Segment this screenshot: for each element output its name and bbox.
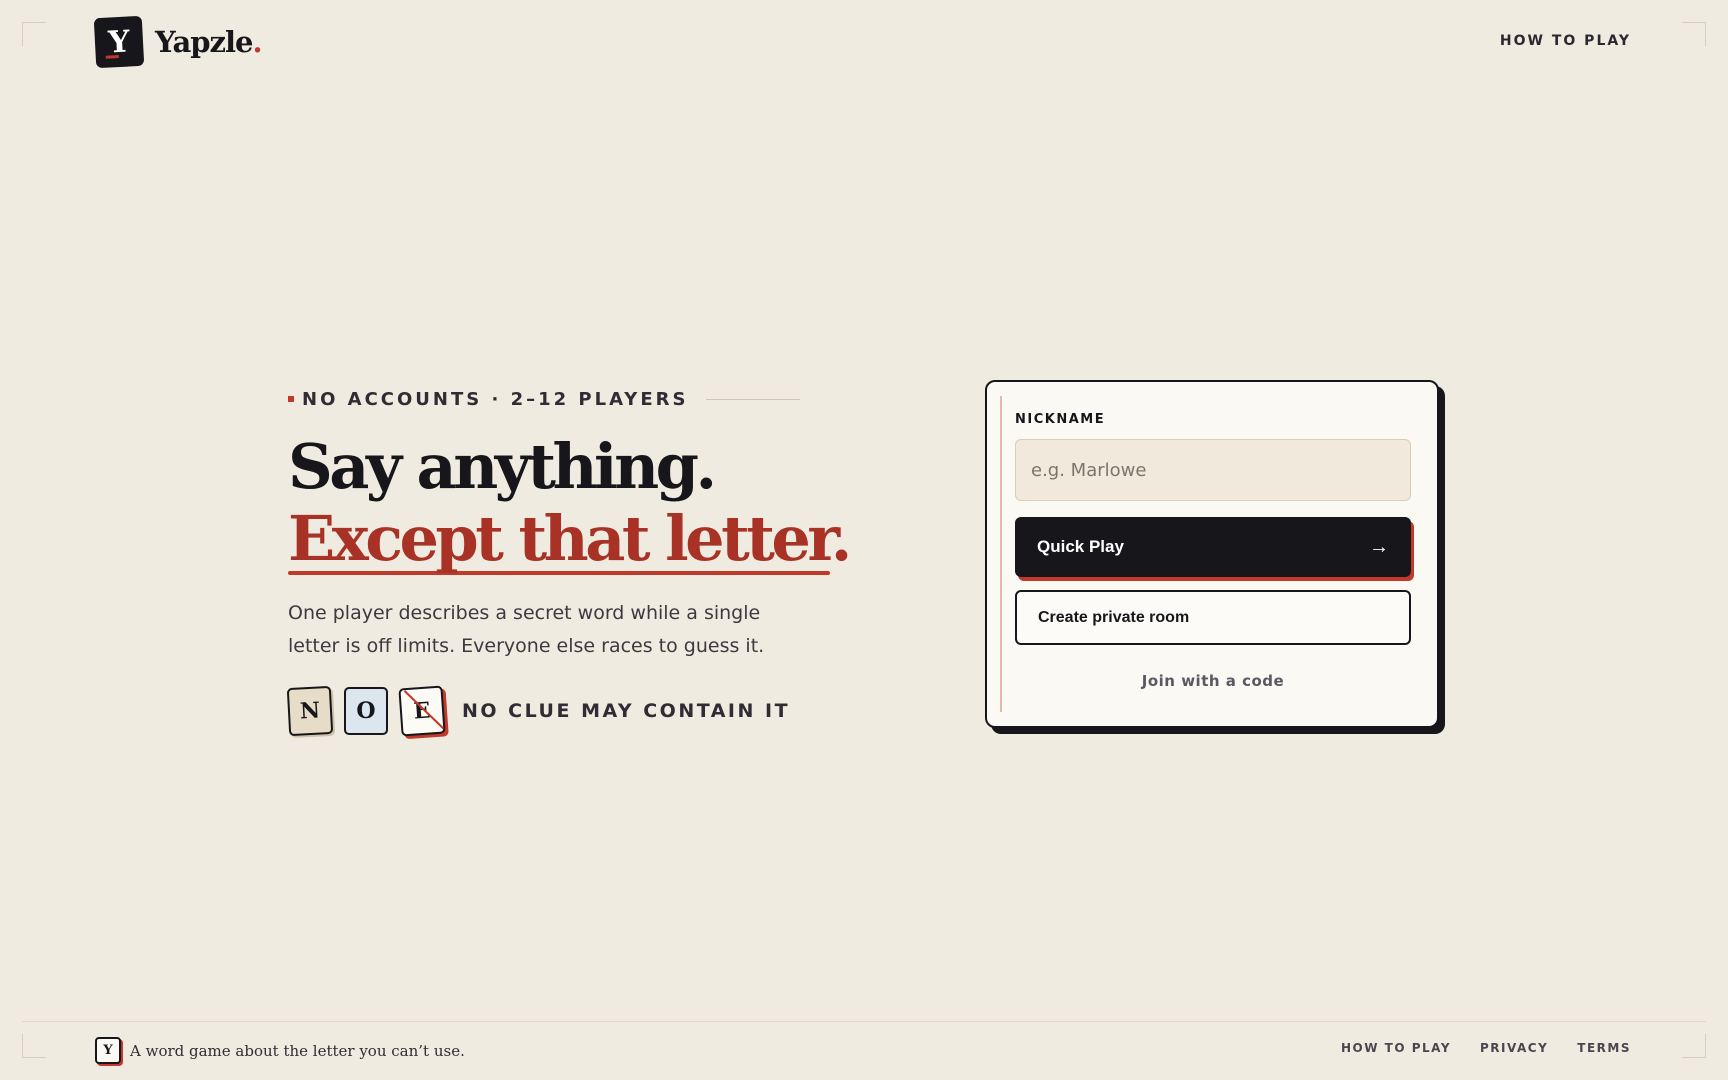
eyebrow: NO ACCOUNTS · 2–12 PLAYERS	[288, 385, 848, 413]
letter-tiles: N O E NO CLUE MAY CONTAIN IT	[286, 685, 848, 737]
logo-mark-icon: Y	[93, 15, 145, 69]
join-with-code-link[interactable]: Join with a code	[1015, 672, 1411, 690]
brand-name: Yapzle.	[155, 25, 263, 59]
card-accent-line	[1000, 396, 1002, 712]
eyebrow-square-icon	[288, 396, 294, 402]
tiles-caption: NO CLUE MAY CONTAIN IT	[462, 700, 791, 722]
footer-link-privacy[interactable]: PRIVACY	[1480, 1041, 1548, 1055]
footer-link-how-to-play[interactable]: HOW TO PLAY	[1341, 1041, 1451, 1055]
letter-tile: O	[344, 687, 388, 735]
lead-line: letter is off limits. Everyone else race…	[288, 635, 765, 657]
footer-brand: Y A word game about the letter you can’t…	[95, 1037, 465, 1064]
arrow-right-icon: →	[1369, 535, 1389, 558]
letter-tile: N	[286, 685, 334, 737]
corner-mark	[22, 22, 46, 46]
headline-line-1: Say anything.	[288, 430, 717, 503]
forbidden-letter-tile: E	[398, 685, 446, 737]
brand-dot: .	[252, 25, 262, 59]
footer-logo-icon[interactable]: Y	[95, 1037, 121, 1064]
strike-icon	[403, 690, 446, 734]
headline-line-2: Except that letter.	[288, 502, 852, 575]
footer-links: HOW TO PLAY PRIVACY TERMS	[1341, 1041, 1631, 1055]
lead-line: One player describes a secret word while…	[288, 602, 761, 624]
brand-logo[interactable]: Y Yapzle.	[93, 15, 263, 69]
hero: NO ACCOUNTS · 2–12 PLAYERS Say anything.…	[286, 385, 852, 737]
corner-mark	[1682, 22, 1706, 46]
eyebrow-rule	[706, 398, 801, 400]
quick-play-label: Quick Play	[1037, 537, 1124, 556]
tile-letter: N	[299, 697, 321, 725]
corner-mark	[22, 1034, 46, 1058]
create-private-room-button[interactable]: Create private room	[1015, 590, 1411, 645]
nickname-input[interactable]	[1015, 439, 1411, 501]
footer-link-terms[interactable]: TERMS	[1577, 1041, 1631, 1055]
eyebrow-text: NO ACCOUNTS · 2–12 PLAYERS	[302, 388, 689, 410]
footer-divider	[22, 1021, 1706, 1022]
quick-play-button[interactable]: Quick Play →	[1015, 517, 1411, 577]
corner-mark	[1682, 1034, 1706, 1058]
footer-tagline: A word game about the letter you can’t u…	[130, 1041, 465, 1060]
join-card: NICKNAME Quick Play → Create private roo…	[985, 380, 1439, 728]
create-room-label: Create private room	[1038, 608, 1190, 626]
footer-logo-letter: Y	[103, 1043, 113, 1058]
lead-paragraph: One player describes a secret word while…	[288, 597, 765, 663]
nav-how-to-play-link[interactable]: HOW TO PLAY	[1500, 33, 1631, 49]
nickname-label: NICKNAME	[1015, 412, 1106, 427]
page: Y Yapzle. HOW TO PLAY NO ACCOUNTS · 2–12…	[0, 0, 1728, 1080]
tile-letter: O	[356, 698, 376, 724]
brand-text: Yapzle	[155, 25, 253, 59]
